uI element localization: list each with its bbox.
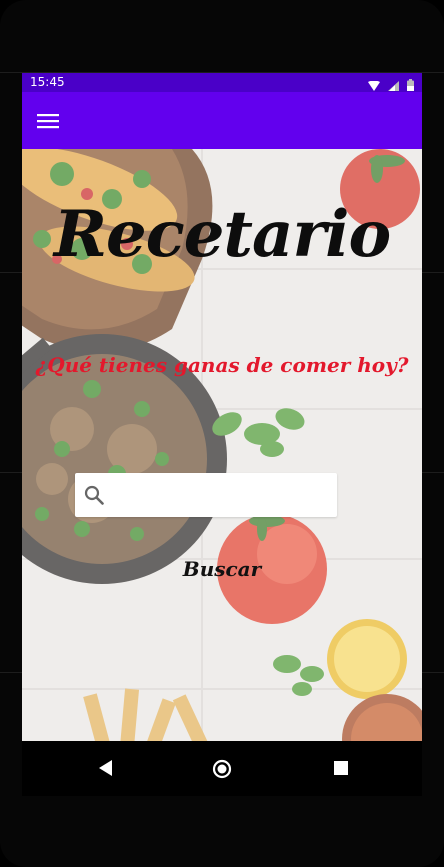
recents-icon[interactable] bbox=[332, 759, 352, 779]
subtitle-prompt: ¿Qué tienes ganas de comer hoy? bbox=[35, 353, 409, 377]
navigation-bar bbox=[22, 741, 422, 796]
app-screen: 15:45 Recetario ¿Qué tienes ganas de com… bbox=[22, 73, 422, 751]
status-time: 15:45 bbox=[30, 75, 65, 89]
search-button[interactable]: Buscar bbox=[162, 557, 282, 581]
search-input[interactable] bbox=[115, 481, 329, 509]
search-box[interactable] bbox=[75, 473, 337, 517]
back-icon[interactable] bbox=[97, 759, 117, 779]
hamburger-menu-icon[interactable] bbox=[34, 109, 62, 133]
app-bar bbox=[22, 92, 422, 149]
status-bar: 15:45 bbox=[22, 73, 422, 92]
app-title: Recetario bbox=[53, 197, 391, 272]
home-icon[interactable] bbox=[212, 759, 232, 779]
search-icon bbox=[84, 485, 104, 509]
